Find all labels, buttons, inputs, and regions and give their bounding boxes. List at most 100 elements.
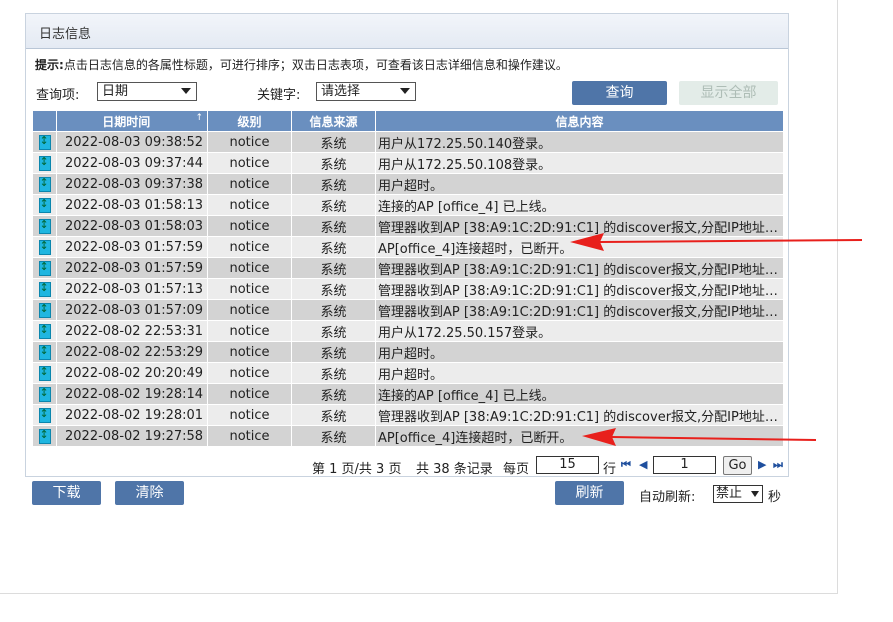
last-page-icon[interactable]: ⏭ (773, 458, 783, 472)
table-row[interactable]: 2022-08-03 01:58:03notice系统管理器收到AP [38:A… (32, 215, 784, 237)
table-row[interactable]: 2022-08-03 01:57:09notice系统管理器收到AP [38:A… (32, 299, 784, 321)
record-count: 共 38 条记录 (416, 462, 493, 477)
log-entry-icon[interactable] (38, 155, 51, 171)
refresh-button[interactable]: 刷新 (555, 481, 624, 505)
query-item-label: 查询项: (36, 88, 80, 103)
show-all-button[interactable]: 显示全部 (679, 81, 778, 105)
prev-page-icon[interactable]: ◀ (639, 458, 647, 471)
row-level: notice (207, 152, 292, 174)
log-entry-icon[interactable] (38, 260, 51, 276)
header-message[interactable]: 信息内容 (375, 110, 784, 132)
log-entry-icon[interactable] (38, 134, 51, 150)
keyword-label: 关键字: (257, 88, 301, 103)
next-page-icon[interactable]: ▶ (758, 458, 766, 471)
row-level: notice (207, 131, 292, 153)
row-message: 管理器收到AP [38:A9:1C:2D:91:C1] 的discover报文,… (375, 404, 784, 426)
hint-label: 提示: (35, 58, 64, 72)
row-date: 2022-08-03 09:37:38 (56, 173, 208, 195)
log-entry-icon[interactable] (38, 176, 51, 192)
header-source[interactable]: 信息来源 (291, 110, 376, 132)
row-source: 系统 (291, 131, 376, 153)
row-source: 系统 (291, 215, 376, 237)
log-entry-icon[interactable] (38, 218, 51, 234)
header-icon-col (32, 110, 57, 132)
clear-button[interactable]: 清除 (115, 481, 184, 505)
log-entry-icon[interactable] (38, 386, 51, 402)
per-page-input[interactable]: 15 (536, 456, 599, 474)
row-message: 用户从172.25.50.140登录。 (375, 131, 784, 153)
table-header-row: 日期时间 ↑ 级别 信息来源 信息内容 (32, 110, 784, 132)
log-entry-icon[interactable] (38, 365, 51, 381)
query-item-select[interactable]: 日期 (97, 82, 197, 101)
table-row[interactable]: 2022-08-02 22:53:31notice系统用户从172.25.50.… (32, 320, 784, 342)
table-row[interactable]: 2022-08-03 01:58:13notice系统连接的AP [office… (32, 194, 784, 216)
page-number-input[interactable]: 1 (653, 456, 716, 474)
panel-title: 日志信息 (26, 14, 788, 49)
chevron-down-icon (181, 88, 191, 94)
per-page-label: 每页 (503, 462, 530, 477)
query-bar: 查询项: 日期 关键字: 请选择 查询 显示全部 (35, 81, 780, 105)
table-row[interactable]: 2022-08-02 19:27:58notice系统AP[office_4]连… (32, 425, 784, 447)
table-row[interactable]: 2022-08-02 20:20:49notice系统用户超时。 (32, 362, 784, 384)
first-page-icon[interactable]: ⏮ (621, 458, 631, 472)
table-row[interactable]: 2022-08-02 19:28:14notice系统连接的AP [office… (32, 383, 784, 405)
row-date: 2022-08-02 22:53:31 (56, 320, 208, 342)
row-level: notice (207, 383, 292, 405)
row-source: 系统 (291, 257, 376, 279)
table-row[interactable]: 2022-08-03 09:37:38notice系统用户超时。 (32, 173, 784, 195)
row-level: notice (207, 236, 292, 258)
row-message: 用户从172.25.50.108登录。 (375, 152, 784, 174)
row-source: 系统 (291, 425, 376, 447)
row-level: notice (207, 215, 292, 237)
row-detail-cell (32, 215, 57, 237)
row-detail-cell (32, 404, 57, 426)
log-entry-icon[interactable] (38, 407, 51, 423)
download-button[interactable]: 下载 (32, 481, 101, 505)
table-row[interactable]: 2022-08-02 19:28:01notice系统管理器收到AP [38:A… (32, 404, 784, 426)
auto-refresh-label: 自动刷新: (639, 490, 696, 505)
row-source: 系统 (291, 320, 376, 342)
row-date: 2022-08-03 01:57:13 (56, 278, 208, 300)
table-row[interactable]: 2022-08-02 22:53:29notice系统用户超时。 (32, 341, 784, 363)
log-table-body: 2022-08-03 09:38:52notice系统用户从172.25.50.… (32, 131, 784, 447)
query-button[interactable]: 查询 (572, 81, 667, 105)
row-message: 用户超时。 (375, 173, 784, 195)
log-entry-icon[interactable] (38, 323, 51, 339)
pagination: 第 1 页/共 3 页 共 38 条记录 每页 15 行 ⏮ ◀ 1 Go ▶ … (312, 456, 792, 477)
row-level: notice (207, 425, 292, 447)
query-item-value: 日期 (102, 84, 129, 99)
row-date: 2022-08-03 01:57:59 (56, 257, 208, 279)
row-date: 2022-08-03 09:37:44 (56, 152, 208, 174)
table-row[interactable]: 2022-08-03 09:38:52notice系统用户从172.25.50.… (32, 131, 784, 153)
go-button[interactable]: Go (723, 456, 752, 475)
auto-refresh-select[interactable]: 禁止 (713, 485, 763, 503)
table-row[interactable]: 2022-08-03 09:37:44notice系统用户从172.25.50.… (32, 152, 784, 174)
row-message: 连接的AP [office_4] 已上线。 (375, 194, 784, 216)
keyword-select[interactable]: 请选择 (316, 82, 416, 101)
row-date: 2022-08-02 19:28:14 (56, 383, 208, 405)
header-date[interactable]: 日期时间 ↑ (56, 110, 208, 132)
log-entry-icon[interactable] (38, 344, 51, 360)
log-entry-icon[interactable] (38, 197, 51, 213)
log-entry-icon[interactable] (38, 302, 51, 318)
table-row[interactable]: 2022-08-03 01:57:13notice系统管理器收到AP [38:A… (32, 278, 784, 300)
row-message: 管理器收到AP [38:A9:1C:2D:91:C1] 的discover报文,… (375, 299, 784, 321)
log-entry-icon[interactable] (38, 281, 51, 297)
header-level[interactable]: 级别 (207, 110, 292, 132)
row-message: 连接的AP [office_4] 已上线。 (375, 383, 784, 405)
table-row[interactable]: 2022-08-03 01:57:59notice系统AP[office_4]连… (32, 236, 784, 258)
table-row[interactable]: 2022-08-03 01:57:59notice系统管理器收到AP [38:A… (32, 257, 784, 279)
row-source: 系统 (291, 341, 376, 363)
log-entry-icon[interactable] (38, 428, 51, 444)
hint-text: 提示:点击日志信息的各属性标题，可进行排序；双击日志表项，可查看该日志详细信息和… (35, 56, 568, 73)
row-source: 系统 (291, 194, 376, 216)
row-message: 用户超时。 (375, 362, 784, 384)
row-detail-cell (32, 299, 57, 321)
row-detail-cell (32, 257, 57, 279)
row-date: 2022-08-02 20:20:49 (56, 362, 208, 384)
row-detail-cell (32, 320, 57, 342)
row-source: 系统 (291, 236, 376, 258)
row-date: 2022-08-03 09:38:52 (56, 131, 208, 153)
sort-asc-icon: ↑ (195, 112, 203, 123)
log-entry-icon[interactable] (38, 239, 51, 255)
